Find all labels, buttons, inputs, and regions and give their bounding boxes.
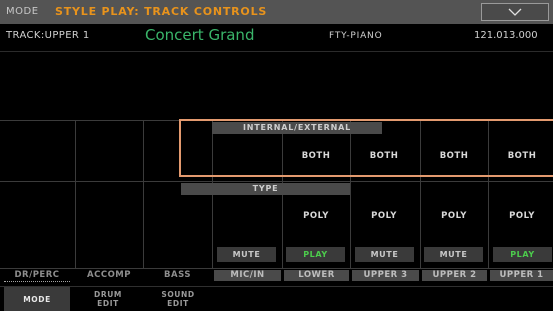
mic-in-mute-button[interactable]: MUTE xyxy=(217,247,276,262)
track-label: TRACK:UPPER 1 xyxy=(6,30,90,41)
type-upper3[interactable]: POLY xyxy=(351,211,417,221)
type-section-label: TYPE xyxy=(181,183,350,195)
mode-label: MODE xyxy=(6,6,39,17)
page-menu-button[interactable] xyxy=(481,3,549,21)
page-title: STYLE PLAY: TRACK CONTROLS xyxy=(55,5,268,18)
type-upper2[interactable]: POLY xyxy=(421,211,487,221)
sound-bank: FTY-PIANO xyxy=(329,31,383,41)
type-lower[interactable]: POLY xyxy=(283,211,349,221)
divider xyxy=(0,51,553,52)
upper2-mute-button[interactable]: MUTE xyxy=(424,247,483,262)
track-label-upper1[interactable]: UPPER 1 xyxy=(490,270,553,281)
track-label-bass[interactable]: BASS xyxy=(143,270,212,281)
track-label-dr-perc[interactable]: DR/PERC xyxy=(4,270,70,282)
tab-label-line1: SOUND xyxy=(161,290,195,299)
grid-line xyxy=(143,120,144,268)
type-upper1[interactable]: POLY xyxy=(489,211,553,221)
upper1-play-button[interactable]: PLAY xyxy=(493,247,552,262)
tab-label-line2: EDIT xyxy=(97,299,119,308)
tab-label-line1: DRUM xyxy=(94,290,122,299)
tab-label: MODE xyxy=(23,295,51,304)
grid-line xyxy=(0,181,553,182)
lower-play-button[interactable]: PLAY xyxy=(286,247,345,262)
tab-drum-edit[interactable]: DRUM EDIT xyxy=(75,287,141,311)
highlight-frame xyxy=(179,119,553,177)
upper3-mute-button[interactable]: MUTE xyxy=(355,247,414,262)
track-label-upper2[interactable]: UPPER 2 xyxy=(422,270,487,281)
chevron-down-icon xyxy=(508,8,522,16)
grid-line xyxy=(75,120,76,268)
tab-mode[interactable]: MODE xyxy=(4,287,70,311)
program-number: 121.013.000 xyxy=(474,30,538,41)
track-label-upper3[interactable]: UPPER 3 xyxy=(352,270,419,281)
track-label-mic-in[interactable]: MIC/IN xyxy=(214,270,281,281)
sound-name[interactable]: Concert Grand xyxy=(145,26,254,44)
grid-line xyxy=(0,268,553,269)
track-label-lower[interactable]: LOWER xyxy=(284,270,349,281)
tab-sound-edit[interactable]: SOUND EDIT xyxy=(145,287,211,311)
tab-label-line2: EDIT xyxy=(167,299,189,308)
track-label-accomp[interactable]: ACCOMP xyxy=(75,270,143,281)
